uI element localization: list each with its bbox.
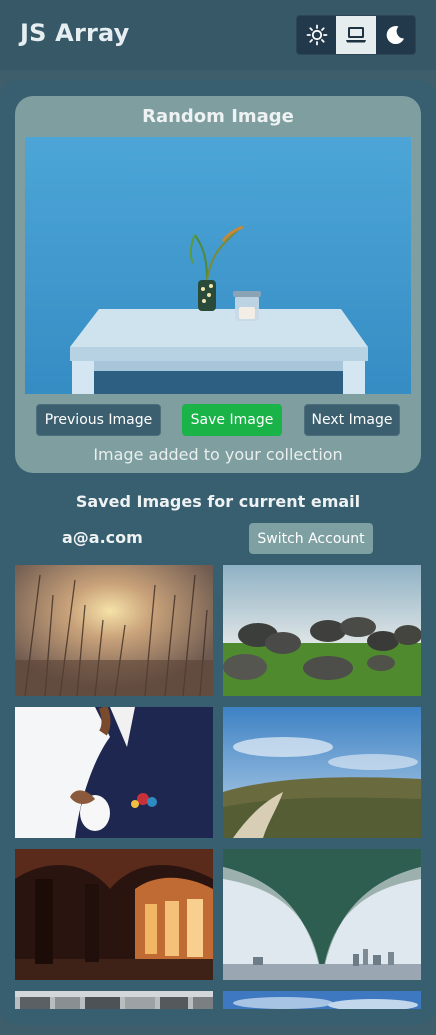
- theme-switcher: [296, 15, 416, 55]
- previous-image-button[interactable]: Previous Image: [36, 404, 161, 436]
- saved-image-2[interactable]: [223, 565, 421, 696]
- main-panel: Random Image Previous Image Save Image N…: [0, 80, 436, 1025]
- save-image-button[interactable]: Save Image: [182, 404, 282, 436]
- moon-icon: [387, 26, 405, 45]
- saved-images-title: Saved Images for current email: [75, 492, 361, 511]
- saved-image-6[interactable]: [223, 849, 421, 980]
- random-image: [25, 137, 411, 394]
- sun-icon: [306, 24, 328, 46]
- next-image-button[interactable]: Next Image: [304, 404, 400, 436]
- saved-image-7[interactable]: [15, 991, 213, 1009]
- app-title: JS Array: [20, 19, 130, 47]
- saved-image-8[interactable]: [223, 991, 421, 1009]
- app-header: JS Array: [0, 0, 436, 70]
- theme-light-button[interactable]: [297, 16, 336, 54]
- random-image-title: Random Image: [142, 106, 294, 127]
- theme-system-button[interactable]: [336, 16, 376, 54]
- saved-image-3[interactable]: [15, 707, 213, 838]
- laptop-icon: [345, 27, 366, 43]
- switch-account-button[interactable]: Switch Account: [249, 523, 373, 554]
- saved-image-1[interactable]: [15, 565, 213, 696]
- current-email: a@a.com: [62, 528, 143, 547]
- theme-dark-button[interactable]: [376, 16, 415, 54]
- saved-image-4[interactable]: [223, 707, 421, 838]
- random-image-card: Random Image Previous Image Save Image N…: [15, 96, 421, 473]
- saved-image-5[interactable]: [15, 849, 213, 980]
- status-message: Image added to your collection: [93, 445, 343, 464]
